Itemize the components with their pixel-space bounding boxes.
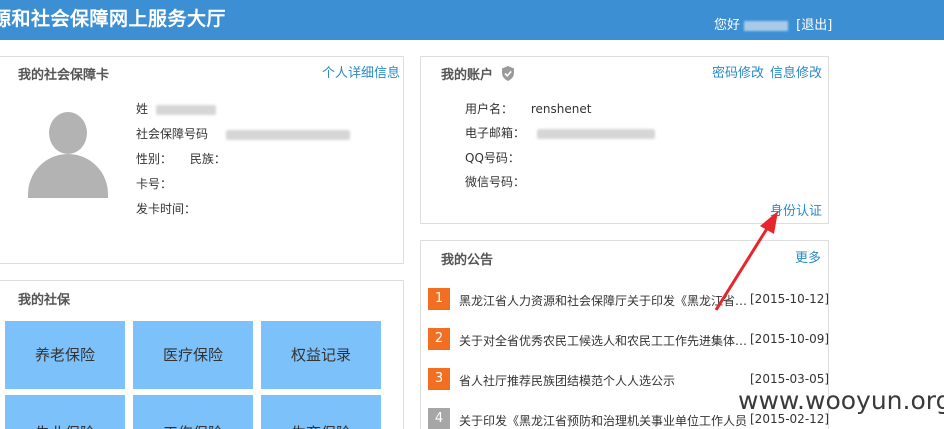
notice-title-link[interactable]: 关于印发《黑龙江省预防和治理机关事业单位工作人员 <box>459 412 749 429</box>
qq-row: QQ号码： <box>465 149 520 166</box>
issue-date-label: 发卡时间： <box>136 202 197 216</box>
notice-number-badge: 2 <box>428 328 450 350</box>
site-title: 源和社会保障网上服务大厅 <box>0 8 227 30</box>
notice-item: 2 关于对全省优秀农民工候选人和农民工工作先进集体候选单位的公示 [2015-1… <box>428 328 830 352</box>
social-card-title: 我的社会保障卡 <box>18 68 110 83</box>
header-bar: 源和社会保障网上服务大厅 您好 [退出] <box>0 0 944 40</box>
user-greeting: 您好 [退出] <box>714 14 832 33</box>
notice-number-badge: 4 <box>428 408 450 429</box>
redacted-card-number <box>225 129 350 140</box>
more-notices-link[interactable]: 更多 <box>795 247 821 266</box>
social-insurance-title: 我的社保 <box>18 293 71 308</box>
issue-date-row: 发卡时间： <box>136 200 196 217</box>
notice-number-badge: 1 <box>428 288 450 310</box>
name-row: 姓 <box>136 100 216 117</box>
medical-insurance-tile[interactable]: 医疗保险 <box>133 321 253 389</box>
notice-item: 1 黑龙江省人力资源和社会保障厅关于印发《黑龙江省人力资源和社会保障 [2015… <box>428 288 830 312</box>
username-row: 用户名： renshenet <box>465 100 591 117</box>
notice-number-badge: 3 <box>428 368 450 390</box>
card-row: 卡号： <box>136 175 172 192</box>
notice-date: [2015-10-12] <box>750 292 830 306</box>
account-title: 我的账户 <box>441 64 515 85</box>
card-label: 卡号： <box>136 177 173 191</box>
email-label: 电子邮箱： <box>465 126 526 140</box>
unemployment-insurance-tile[interactable]: 失业保险 <box>5 395 125 429</box>
password-change-link[interactable]: 密码修改 <box>712 62 764 81</box>
redacted-username <box>744 20 789 31</box>
card-number-label: 社会保障号码 <box>136 127 209 141</box>
avatar-icon <box>28 112 108 198</box>
notice-title-link[interactable]: 省人社厅推荐民族团结模范个人人选公示 <box>459 372 749 389</box>
card-number-row: 社会保障号码 <box>136 125 350 142</box>
notices-title: 我的公告 <box>441 253 494 268</box>
watermark-text: www.wooyun.org <box>738 386 944 415</box>
username-label: 用户名： <box>465 102 514 116</box>
username-value: renshenet <box>530 102 592 116</box>
rights-record-tile[interactable]: 权益记录 <box>261 321 381 389</box>
personal-detail-link[interactable]: 个人详细信息 <box>322 62 400 81</box>
redacted-email <box>536 128 655 139</box>
notice-date: [2015-03-05] <box>750 372 830 386</box>
qq-label: QQ号码： <box>465 151 520 165</box>
gender-row: 性别： 民族： <box>136 150 226 167</box>
notice-title-link[interactable]: 黑龙江省人力资源和社会保障厅关于印发《黑龙江省人力资源和社会保障 <box>459 292 749 309</box>
info-change-link[interactable]: 信息修改 <box>770 62 822 81</box>
logout-link[interactable]: [退出] <box>796 18 832 33</box>
email-row: 电子邮箱： <box>465 124 655 141</box>
injury-insurance-tile[interactable]: 工伤保险 <box>133 395 253 429</box>
greeting-text: 您好 <box>714 18 741 33</box>
wechat-label: 微信号码： <box>465 175 526 189</box>
redacted-name <box>155 104 216 115</box>
gender-label: 性别： <box>136 152 173 166</box>
ethnicity-label: 民族： <box>189 152 226 166</box>
wechat-row: 微信号码： <box>465 173 525 190</box>
shield-icon <box>501 66 515 85</box>
name-label: 姓 <box>136 102 149 116</box>
maternity-insurance-tile[interactable]: 生育保险 <box>261 395 381 429</box>
pension-insurance-tile[interactable]: 养老保险 <box>5 321 125 389</box>
identity-verify-link[interactable]: 身份认证 <box>770 200 822 219</box>
notice-title-link[interactable]: 关于对全省优秀农民工候选人和农民工工作先进集体候选单位的公示 <box>459 332 749 349</box>
notice-date: [2015-10-09] <box>750 332 830 346</box>
